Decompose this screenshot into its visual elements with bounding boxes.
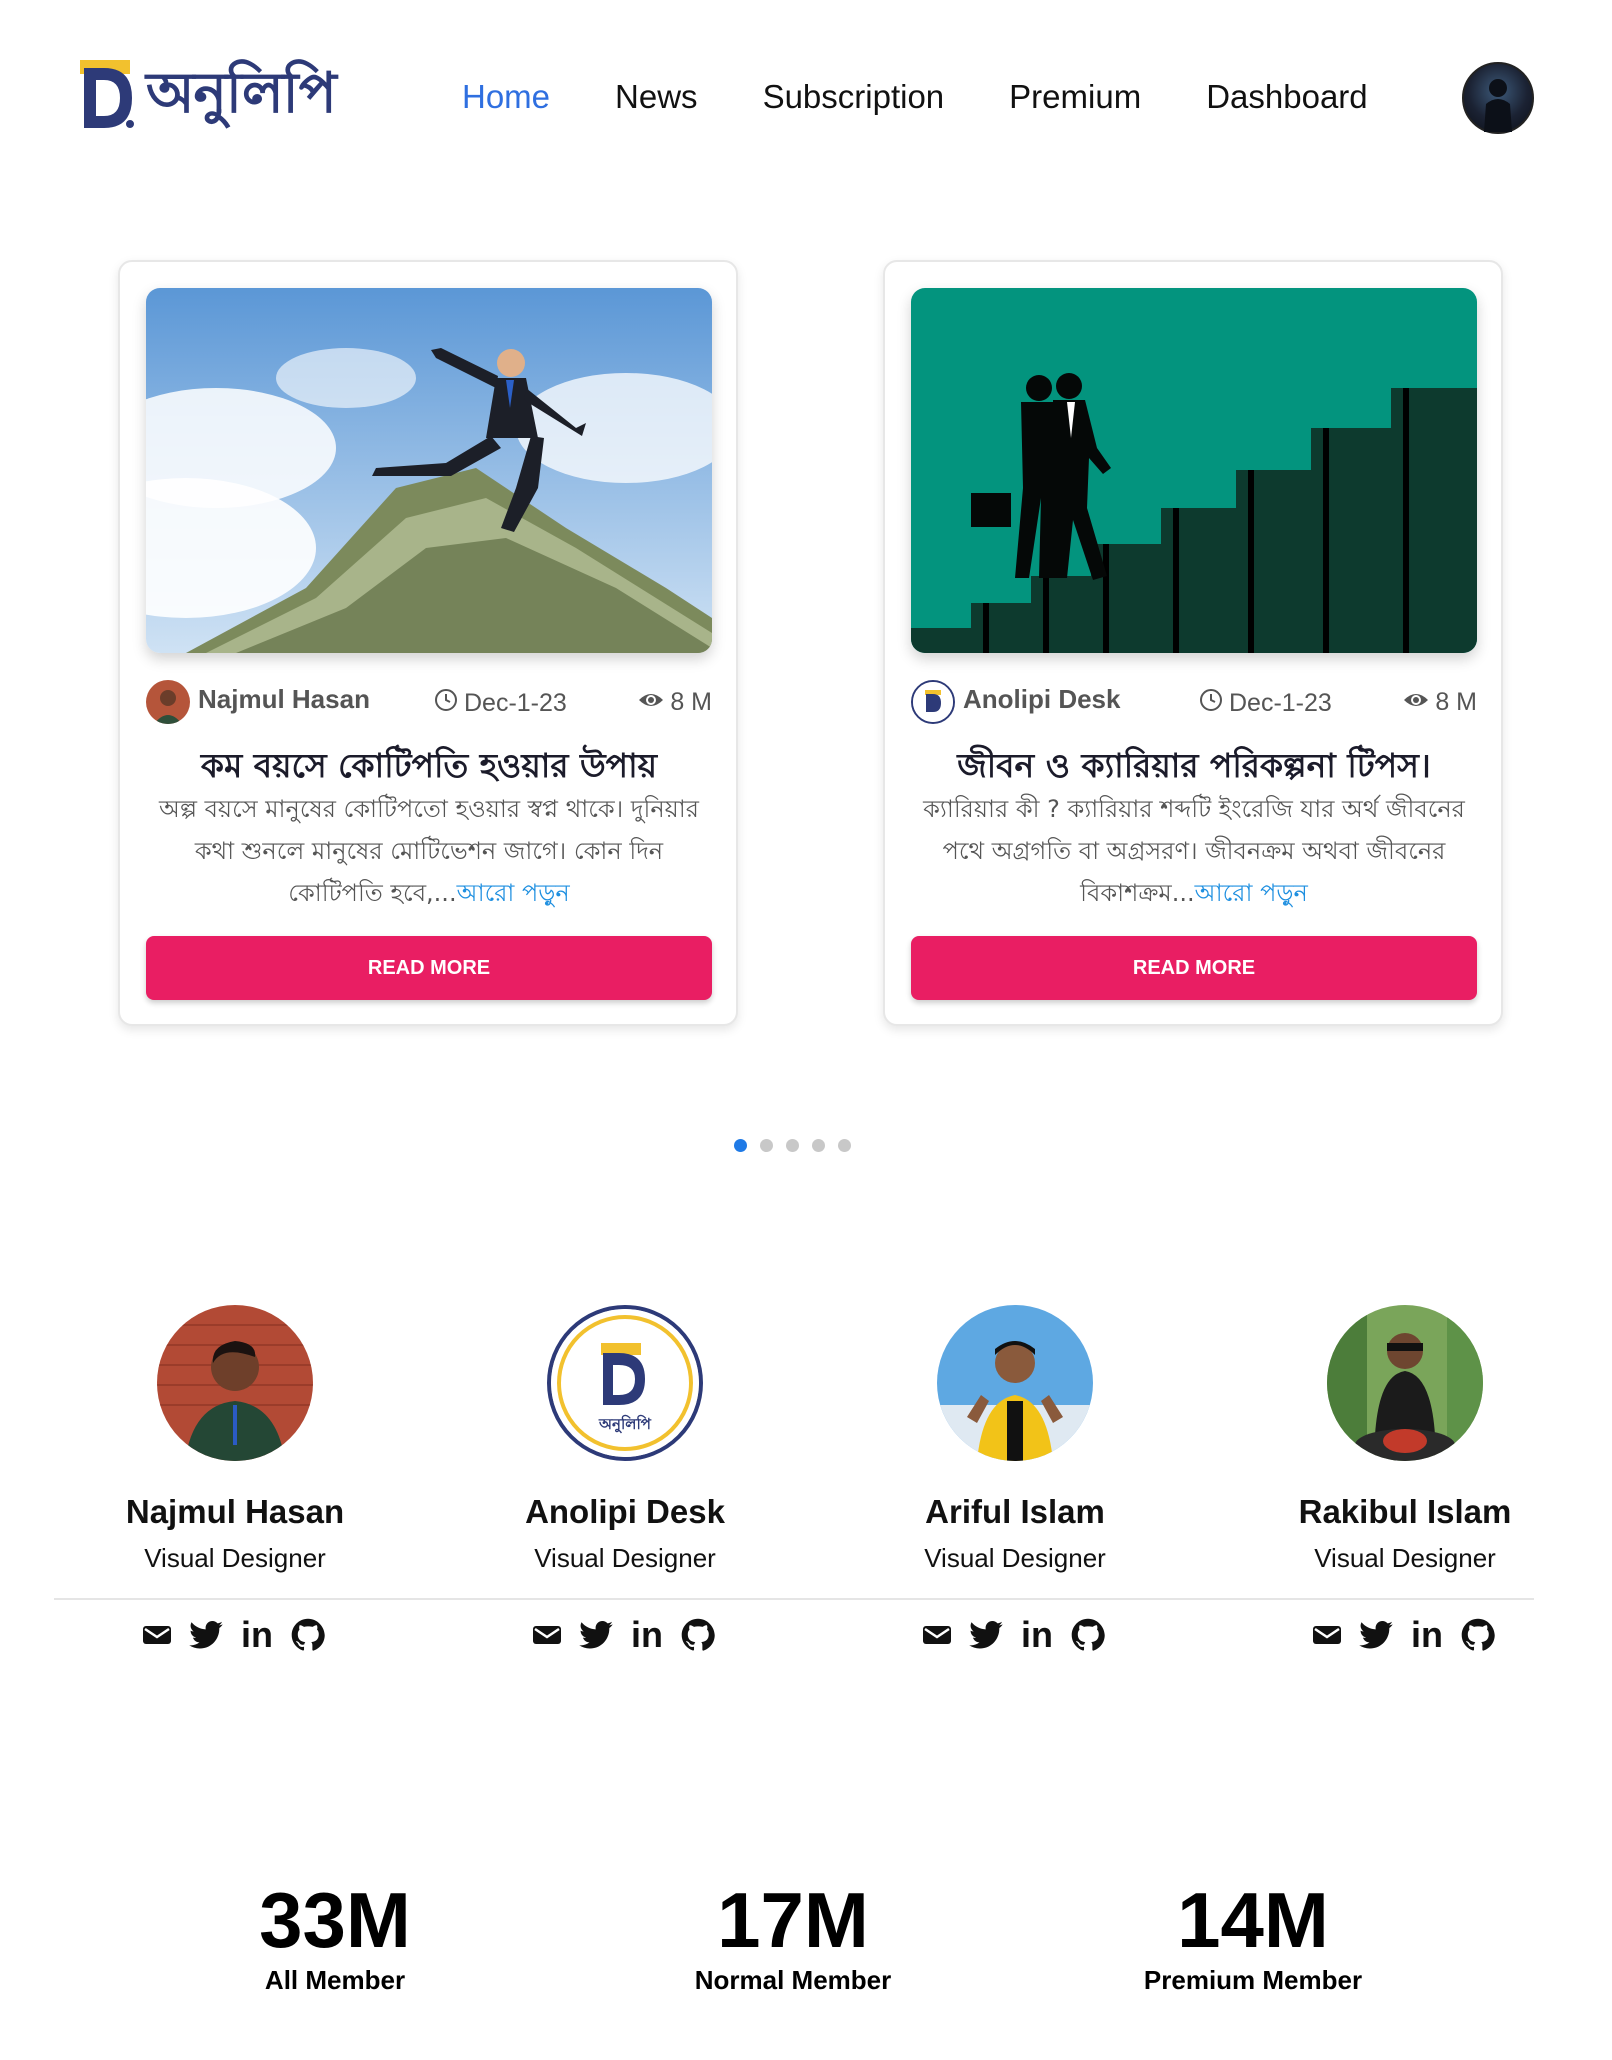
linkedin-icon[interactable]: in bbox=[1021, 1617, 1053, 1653]
linkedin-icon[interactable]: in bbox=[241, 1617, 273, 1653]
stat-value: 33M bbox=[259, 1876, 411, 1964]
twitter-icon[interactable] bbox=[579, 1617, 613, 1653]
carousel-dot-4[interactable] bbox=[812, 1139, 825, 1152]
stat-value: 17M bbox=[717, 1876, 869, 1964]
member-socials: in bbox=[923, 1617, 1123, 1653]
read-more-link[interactable]: আরো পড়ুন bbox=[457, 879, 570, 907]
site-header: অনুলিপি Home News Subscription Premium D… bbox=[0, 0, 1612, 200]
read-more-link[interactable]: আরো পড়ুন bbox=[1195, 879, 1308, 907]
stat-label: Normal Member bbox=[694, 1965, 892, 1995]
article-meta: Najmul Hasan Dec-1-23 8 M bbox=[146, 680, 712, 724]
member-role: Visual Designer bbox=[534, 1543, 716, 1573]
clock-icon bbox=[1199, 688, 1229, 719]
member-role: Visual Designer bbox=[924, 1543, 1106, 1573]
member-name: Najmul Hasan bbox=[125, 1493, 345, 1530]
businessman-jumping-money-image bbox=[146, 288, 712, 653]
stat-label: Premium Member bbox=[1143, 1965, 1363, 1995]
business-people-climbing-stairs-image bbox=[911, 288, 1477, 653]
carousel-pagination bbox=[734, 1139, 864, 1152]
article-meta: Anolipi Desk Dec-1-23 8 M bbox=[911, 680, 1477, 724]
github-icon[interactable] bbox=[681, 1617, 715, 1653]
nav-news[interactable]: News bbox=[615, 78, 698, 116]
member-name: Anolipi Desk bbox=[525, 1493, 725, 1530]
linkedin-icon[interactable]: in bbox=[631, 1617, 663, 1653]
site-logo[interactable]: অনুলিপি bbox=[80, 56, 337, 132]
author-avatar bbox=[911, 680, 955, 724]
post-date: Dec-1-23 bbox=[1199, 688, 1332, 719]
carousel-dot-2[interactable] bbox=[760, 1139, 773, 1152]
carousel-dot-3[interactable] bbox=[786, 1139, 799, 1152]
team-divider bbox=[54, 1598, 1534, 1600]
author-name[interactable]: Najmul Hasan bbox=[198, 684, 370, 715]
member-socials: in bbox=[143, 1617, 343, 1653]
member-name: Rakibul Islam bbox=[1298, 1493, 1512, 1530]
date-text: Dec-1-23 bbox=[1229, 689, 1332, 717]
stat-premium-members: 14M Premium Member bbox=[1093, 1875, 1413, 1996]
stat-label: All Member bbox=[264, 1965, 406, 1995]
carousel-dot-5[interactable] bbox=[838, 1139, 851, 1152]
main-nav: Home News Subscription Premium Dashboard bbox=[462, 78, 1433, 116]
member-photo bbox=[937, 1305, 1093, 1461]
stat-normal-members: 17M Normal Member bbox=[633, 1875, 953, 1996]
nav-subscription[interactable]: Subscription bbox=[763, 78, 945, 116]
team-member: Rakibul Islam Visual Designer bbox=[1265, 1305, 1545, 1574]
team-member: Najmul Hasan Visual Designer bbox=[95, 1305, 375, 1574]
logo-text: অনুলিপি bbox=[146, 61, 337, 126]
stat-value: 14M bbox=[1177, 1876, 1329, 1964]
post-date: Dec-1-23 bbox=[434, 688, 567, 719]
mail-icon[interactable] bbox=[923, 1617, 951, 1653]
team-member: অনুলিপি Anolipi Desk Visual Designer bbox=[485, 1305, 765, 1574]
twitter-icon[interactable] bbox=[189, 1617, 223, 1653]
member-socials: in bbox=[1313, 1617, 1513, 1653]
article-card: Najmul Hasan Dec-1-23 8 M কম বয়সে কোটিপ… bbox=[118, 260, 738, 1026]
member-logo-text: অনুলিপি bbox=[598, 1414, 652, 1433]
clock-icon bbox=[434, 688, 464, 719]
nav-dashboard[interactable]: Dashboard bbox=[1206, 78, 1367, 116]
stat-all-members: 33M All Member bbox=[175, 1875, 495, 1996]
mail-icon[interactable] bbox=[1313, 1617, 1341, 1653]
user-avatar[interactable] bbox=[1462, 62, 1534, 134]
view-count: 8 M bbox=[1403, 688, 1477, 717]
eye-icon bbox=[638, 688, 670, 717]
carousel-dot-1[interactable] bbox=[734, 1139, 747, 1152]
read-more-button[interactable]: READ MORE bbox=[911, 936, 1477, 1000]
nav-premium[interactable]: Premium bbox=[1009, 78, 1141, 116]
excerpt-text: অল্প বয়সে মানুষের কোটিপতো হওয়ার স্বপ্ন… bbox=[159, 795, 699, 907]
team-member: Ariful Islam Visual Designer bbox=[875, 1305, 1155, 1574]
twitter-icon[interactable] bbox=[1359, 1617, 1393, 1653]
github-icon[interactable] bbox=[1071, 1617, 1105, 1653]
member-role: Visual Designer bbox=[144, 1543, 326, 1573]
article-card: Anolipi Desk Dec-1-23 8 M জীবন ও ক্যারিয… bbox=[883, 260, 1503, 1026]
author-avatar bbox=[146, 680, 190, 724]
read-more-button[interactable]: READ MORE bbox=[146, 936, 712, 1000]
views-text: 8 M bbox=[1435, 688, 1477, 716]
views-text: 8 M bbox=[670, 688, 712, 716]
article-excerpt: ক্যারিয়ার কী ? ক্যারিয়ার শব্দটি ইংরেজি… bbox=[911, 788, 1477, 914]
github-icon[interactable] bbox=[1461, 1617, 1495, 1653]
article-excerpt: অল্প বয়সে মানুষের কোটিপতো হওয়ার স্বপ্ন… bbox=[146, 788, 712, 914]
member-photo bbox=[157, 1305, 313, 1461]
mail-icon[interactable] bbox=[533, 1617, 561, 1653]
date-text: Dec-1-23 bbox=[464, 689, 567, 717]
eye-icon bbox=[1403, 688, 1435, 717]
member-name: Ariful Islam bbox=[925, 1493, 1105, 1530]
member-socials: in bbox=[533, 1617, 733, 1653]
author-name[interactable]: Anolipi Desk bbox=[963, 684, 1120, 715]
member-role: Visual Designer bbox=[1314, 1543, 1496, 1573]
view-count: 8 M bbox=[638, 688, 712, 717]
github-icon[interactable] bbox=[291, 1617, 325, 1653]
nav-home[interactable]: Home bbox=[462, 78, 550, 116]
mail-icon[interactable] bbox=[143, 1617, 171, 1653]
linkedin-icon[interactable]: in bbox=[1411, 1617, 1443, 1653]
twitter-icon[interactable] bbox=[969, 1617, 1003, 1653]
member-photo bbox=[1327, 1305, 1483, 1461]
member-photo: অনুলিপি bbox=[547, 1305, 703, 1461]
logo-mark-icon bbox=[80, 56, 138, 132]
